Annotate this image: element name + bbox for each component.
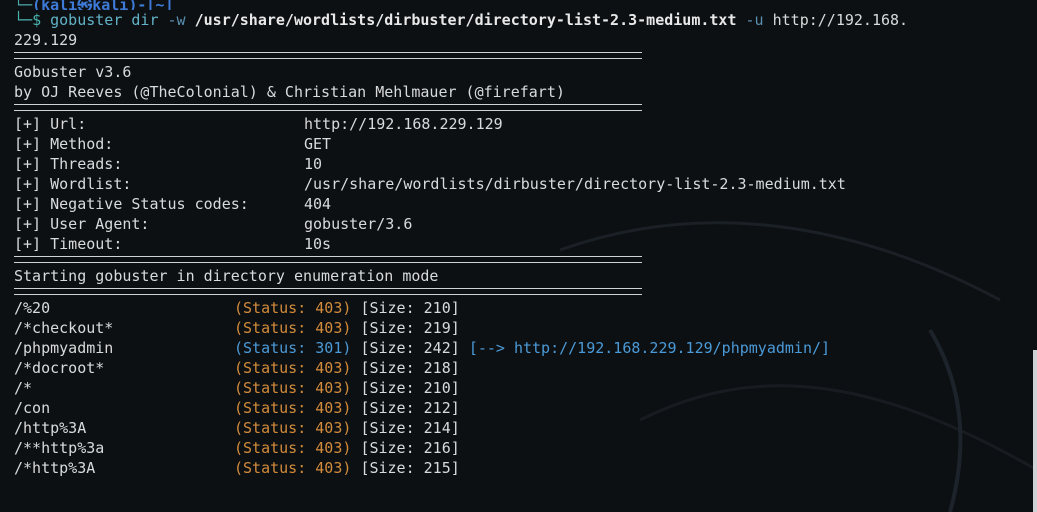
result-row: /%20 (Status: 403) [Size: 210]: [14, 299, 460, 317]
command-line-wrap: 229.129: [14, 31, 78, 49]
result-row: /con (Status: 403) [Size: 212]: [14, 399, 460, 417]
option-row: [+] User Agent: gobuster/3.6: [14, 215, 413, 233]
redirect-link[interactable]: [--> http://192.168.229.129/phpmyadmin/]: [469, 339, 830, 357]
separator: [14, 104, 642, 111]
starting-message: Starting gobuster in directory enumerati…: [14, 267, 439, 285]
result-row: /*checkout* (Status: 403) [Size: 219]: [14, 319, 460, 337]
separator: [14, 52, 642, 59]
options-list: [+] Url: http://192.168.229.129 [+] Metho…: [14, 114, 1024, 254]
scrollbar[interactable]: [1033, 350, 1037, 512]
option-row: [+] Wordlist:/usr/share/wordlists/dirbus…: [14, 175, 846, 193]
separator: [14, 288, 642, 295]
results-list: /%20 (Status: 403) [Size: 210] /*checkout…: [14, 298, 1024, 478]
result-row: /phpmyadmin (Status: 301) [Size: 242] [--…: [14, 339, 831, 357]
option-row: [+] Timeout: 10s: [14, 235, 332, 253]
banner-authors: by OJ Reeves (@TheColonial) & Christian …: [14, 83, 565, 101]
option-row: [+] Url: http://192.168.229.129: [14, 115, 503, 133]
banner-title: Gobuster v3.6: [14, 63, 132, 81]
option-row: [+] Threads: 10: [14, 155, 323, 173]
result-row: /**http%3a (Status: 403) [Size: 216]: [14, 439, 460, 457]
separator: [14, 256, 642, 263]
command-line: └─$ gobuster dir -w /usr/share/wordlists…: [14, 11, 909, 29]
result-row: /*docroot* (Status: 403) [Size: 218]: [14, 359, 460, 377]
option-row: [+] Method: GET: [14, 135, 332, 153]
result-row: /* (Status: 403) [Size: 210]: [14, 379, 460, 397]
result-row: /http%3A (Status: 403) [Size: 214]: [14, 419, 460, 437]
result-row: /*http%3A (Status: 403) [Size: 215]: [14, 459, 460, 477]
terminal-output[interactable]: └─(kali㉿kali)-[~] └─$ gobuster dir -w /u…: [14, 0, 1024, 478]
option-row: [+] Negative Status codes: 404: [14, 195, 332, 213]
prompt-header: └─(kali㉿kali)-[~]: [14, 0, 174, 10]
